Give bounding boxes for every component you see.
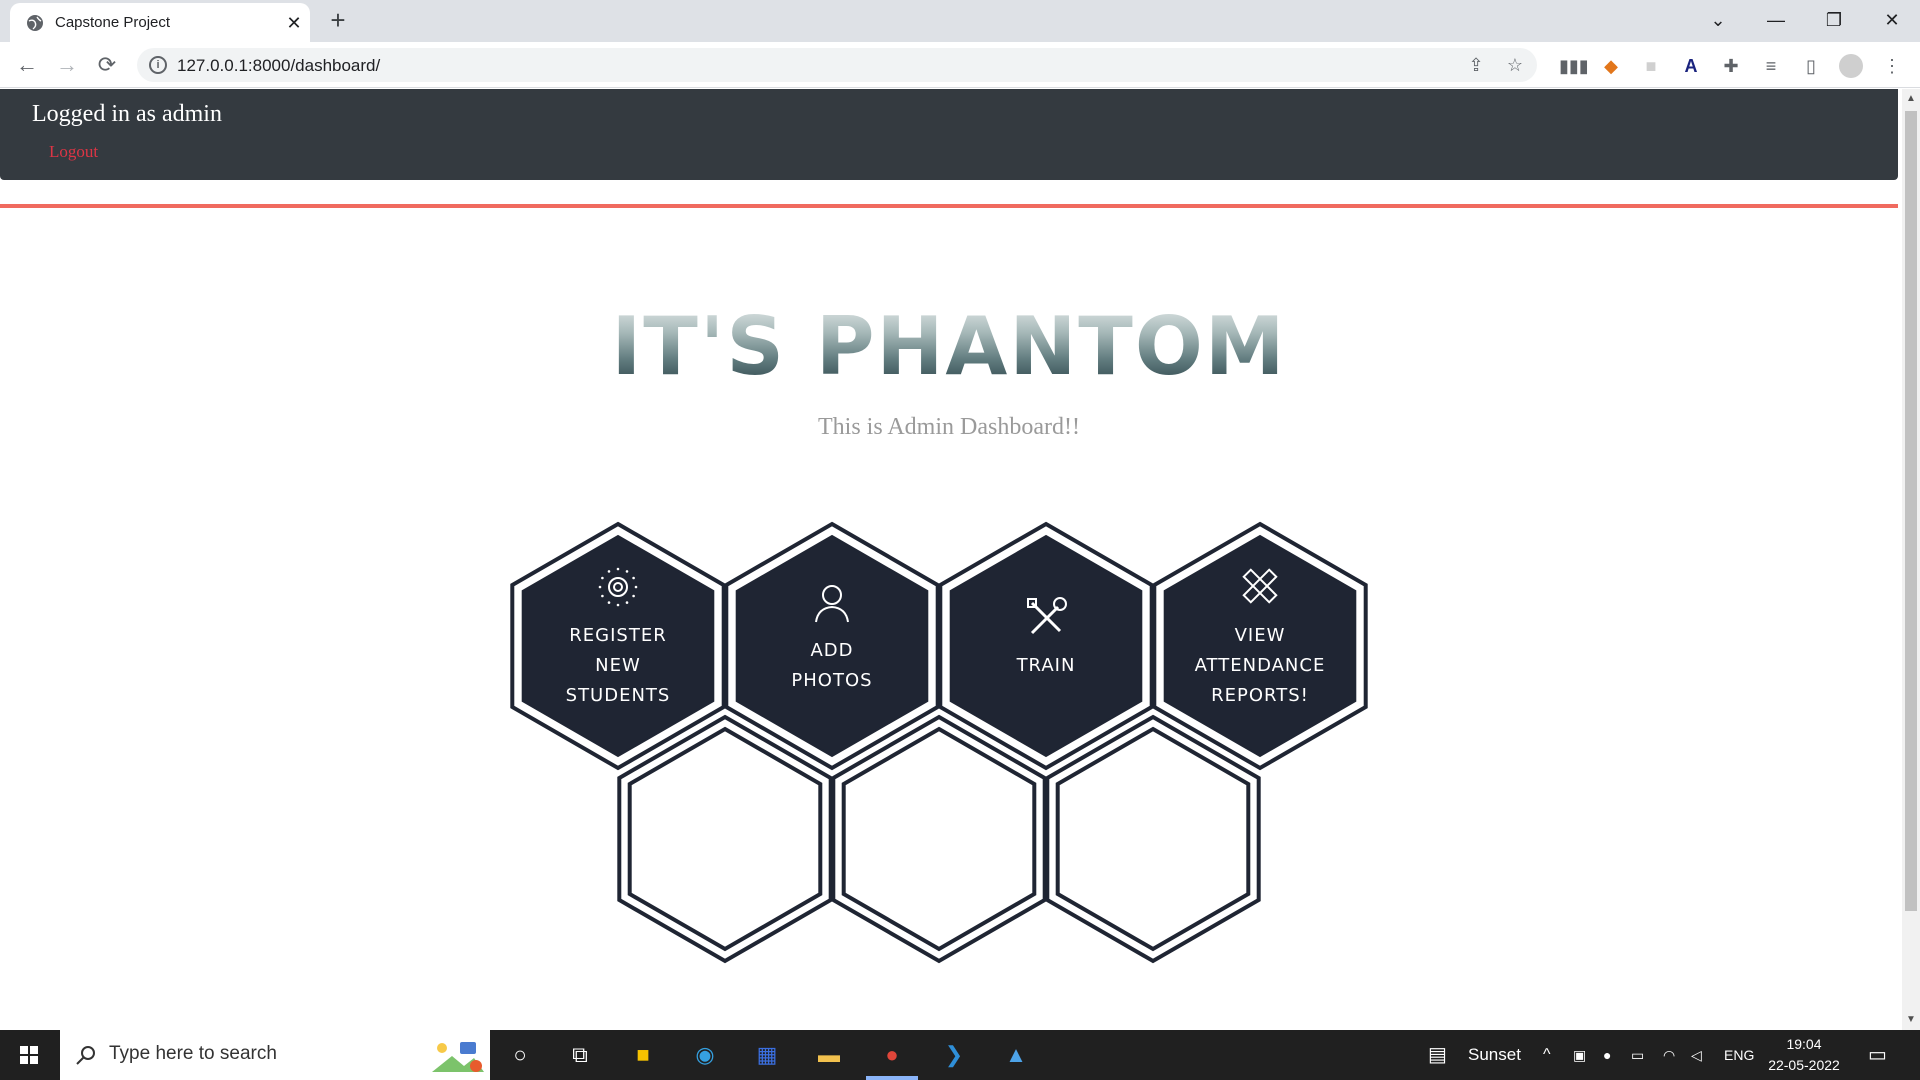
edge-icon[interactable]: ◉ <box>690 1040 720 1070</box>
share-icon[interactable]: ⇪ <box>1464 53 1488 77</box>
tile-label-line: ADD <box>810 640 854 661</box>
font-ext-icon[interactable]: A <box>1679 54 1703 78</box>
page-viewport: Logged in as admin Logout IT'S PHANTOM T… <box>0 89 1902 1030</box>
globe-icon <box>27 15 43 31</box>
volume-icon[interactable]: ◁ <box>1691 1030 1702 1080</box>
tile-label-line: PHOTOS <box>791 670 873 691</box>
search-icon <box>76 1046 95 1065</box>
tile-label[interactable]: ADD PHOTOS <box>742 636 922 696</box>
weather-text[interactable]: Sunset <box>1468 1030 1521 1080</box>
tab-title: Capstone Project <box>55 14 171 31</box>
reading-list-icon[interactable]: ≡ <box>1759 54 1783 78</box>
meet-now-icon[interactable]: ▣ <box>1573 1030 1586 1080</box>
tile-label-line: ATTENDANCE <box>1194 655 1326 676</box>
tile-label-line: VIEW <box>1234 625 1286 646</box>
calendar-icon[interactable]: ▦ <box>752 1040 782 1070</box>
chrome-icon[interactable]: ● <box>877 1040 907 1070</box>
weather-highlight-icon <box>432 1042 484 1072</box>
site-info-icon[interactable]: i <box>149 56 167 74</box>
browser-toolbar: ← → ⟳ i 127.0.0.1:8000/dashboard/ ⇪ ☆ <box>0 42 1920 88</box>
bars-ext-icon[interactable]: ▮▮▮ <box>1559 54 1589 78</box>
blank-ext-icon[interactable]: ■ <box>1639 54 1663 78</box>
cortana-icon[interactable]: ○ <box>505 1040 535 1070</box>
tools-icon[interactable] <box>1022 593 1070 641</box>
tile-label[interactable]: TRAIN <box>956 651 1136 681</box>
profile-avatar[interactable] <box>1839 54 1863 78</box>
tab-close-icon[interactable]: ✕ <box>282 11 306 35</box>
task-view-icon[interactable]: ⧉ <box>565 1040 595 1070</box>
side-panel-icon[interactable]: ▯ <box>1799 54 1823 78</box>
file-explorer-icon[interactable]: ▬ <box>814 1040 844 1070</box>
scroll-down-icon[interactable]: ▼ <box>1906 1014 1916 1025</box>
user-icon[interactable] <box>808 578 856 626</box>
honeycomb-grid <box>510 521 1368 964</box>
scroll-up-icon[interactable]: ▲ <box>1906 93 1916 104</box>
show-hidden-icons[interactable]: ^ <box>1543 1030 1551 1080</box>
vscode-icon[interactable]: ❯ <box>939 1040 969 1070</box>
chrome-active-indicator <box>866 1076 918 1080</box>
microphone-icon[interactable]: ● <box>1603 1030 1611 1080</box>
wifi-icon[interactable]: ◠ <box>1663 1030 1675 1080</box>
search-placeholder: Type here to search <box>109 1043 277 1064</box>
restore-button[interactable]: ❐ <box>1814 6 1854 34</box>
notifications-icon[interactable]: ▭ <box>1868 1030 1887 1080</box>
page-scrollbar[interactable]: ▲ ▼ <box>1902 89 1920 1030</box>
weather-widget-icon[interactable]: ▤ <box>1428 1030 1447 1080</box>
windows-start-icon[interactable] <box>0 1030 58 1080</box>
photos-icon[interactable]: ▲ <box>1001 1040 1031 1070</box>
taskbar-clock[interactable]: 19:04 22-05-2022 <box>1758 1034 1850 1076</box>
taskbar-search-box[interactable]: Type here to search <box>60 1030 490 1080</box>
back-button[interactable]: ← <box>12 50 42 80</box>
camera-icon[interactable] <box>594 563 642 611</box>
tile-label-line: REGISTER <box>569 625 667 646</box>
scrollbar-thumb[interactable] <box>1905 111 1917 911</box>
tile-label-line: STUDENTS <box>565 685 671 706</box>
minimize-button[interactable]: — <box>1756 6 1796 34</box>
tile-label[interactable]: REGISTER NEW STUDENTS <box>528 621 708 711</box>
tab-search-icon[interactable]: ⌄ <box>1698 6 1738 34</box>
windows-taskbar: Type here to search ○ ⧉ ■ ◉ ▦ ▬ ● ❯ ▲ ▤ … <box>0 1030 1920 1080</box>
metamask-fox-icon[interactable]: ◆ <box>1599 54 1623 78</box>
bookmark-star-icon[interactable]: ☆ <box>1503 53 1527 77</box>
close-window-button[interactable]: ✕ <box>1872 6 1912 34</box>
tile-label-line: REPORTS! <box>1211 685 1309 706</box>
address-bar[interactable]: i 127.0.0.1:8000/dashboard/ ⇪ ☆ <box>137 48 1537 82</box>
puzzle-icon[interactable]: ✚ <box>1719 54 1743 78</box>
clock-date: 22-05-2022 <box>1768 1057 1840 1073</box>
tile-label-line: NEW <box>595 655 641 676</box>
sticky-notes-icon[interactable]: ■ <box>628 1040 658 1070</box>
menu-kebab-icon[interactable]: ⋮ <box>1880 54 1904 78</box>
battery-icon[interactable]: ▭ <box>1631 1030 1644 1080</box>
tab-strip: Capstone Project ✕ + ⌄ — ❐ ✕ <box>0 0 1920 42</box>
reload-button[interactable]: ⟳ <box>92 50 122 80</box>
browser-tab[interactable]: Capstone Project ✕ <box>10 3 310 42</box>
tile-label-line: TRAIN <box>1016 655 1076 676</box>
url-text[interactable]: 127.0.0.1:8000/dashboard/ <box>177 56 380 76</box>
new-tab-button[interactable]: + <box>324 7 352 35</box>
language-indicator[interactable]: ENG <box>1724 1030 1754 1080</box>
tile-label[interactable]: VIEW ATTENDANCE REPORTS! <box>1170 621 1350 711</box>
clock-time: 19:04 <box>1786 1036 1822 1052</box>
pencil-ruler-icon[interactable] <box>1236 563 1284 611</box>
forward-button[interactable]: → <box>52 50 82 80</box>
